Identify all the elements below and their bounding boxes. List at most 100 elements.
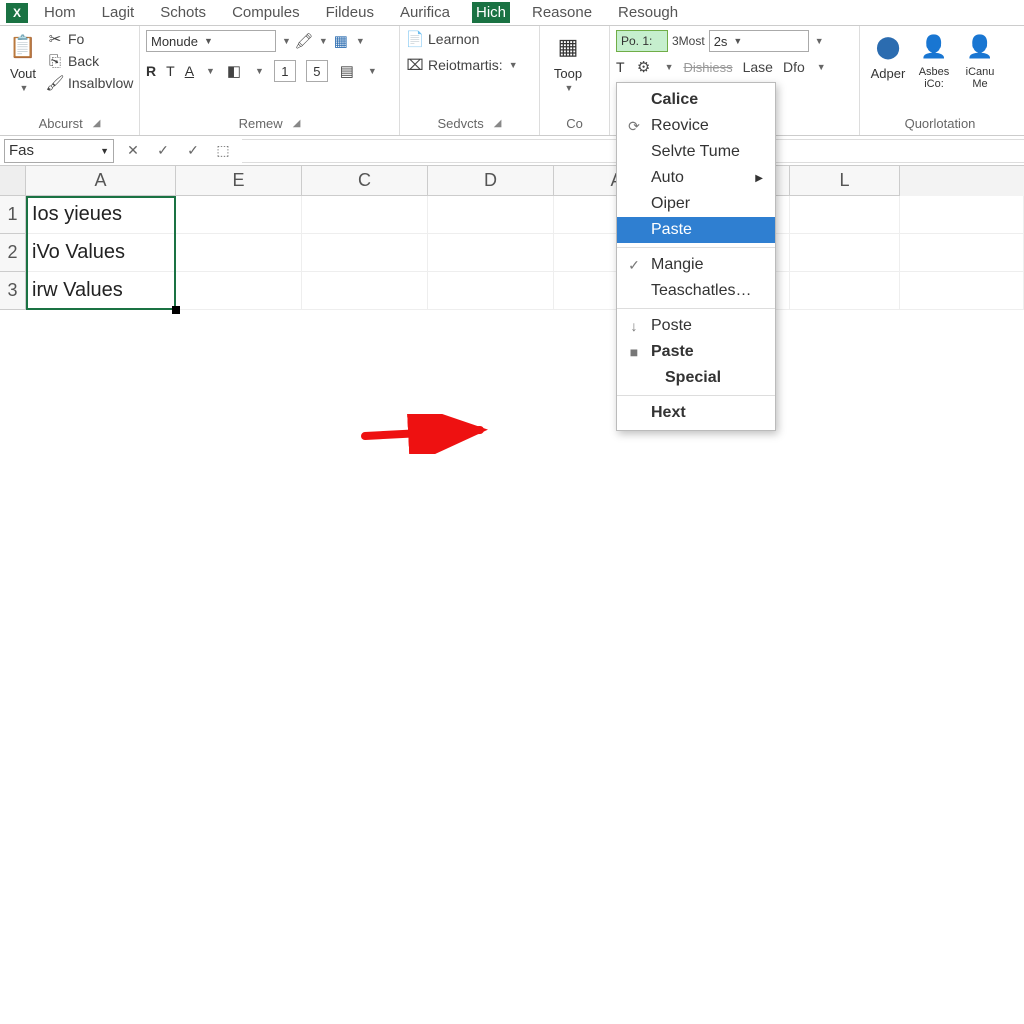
name-box[interactable]: Fas ▼ xyxy=(4,139,114,163)
column-header[interactable]: E xyxy=(176,166,302,196)
cell[interactable] xyxy=(176,196,302,234)
menu-item[interactable]: Auto▶ xyxy=(617,165,775,191)
cell[interactable]: Ios yieues xyxy=(26,196,176,234)
menu-item-label: Hext xyxy=(651,404,686,422)
fx-icon[interactable]: ⬚ xyxy=(212,142,234,159)
tab-aurifica[interactable]: Aurifica xyxy=(396,2,454,23)
tab-hom[interactable]: Hom xyxy=(40,2,80,23)
sort-button[interactable]: 👤 Asbes iCo: xyxy=(912,30,956,90)
menu-item-label: Calice xyxy=(651,91,698,109)
underline-button[interactable]: A xyxy=(185,63,194,79)
cell[interactable] xyxy=(900,234,1024,272)
menu-item[interactable]: ↓Poste xyxy=(617,313,775,339)
menu-item[interactable]: ⟳Reovice xyxy=(617,113,775,139)
gear-icon[interactable]: ⚙ xyxy=(635,58,653,76)
paste-big-button[interactable]: 📋 Vout ▼ xyxy=(6,30,40,93)
cut-button[interactable]: ✂ Fo xyxy=(46,30,133,48)
dialog-launcher-icon[interactable]: ◢ xyxy=(494,118,502,129)
document-icon: 📄 xyxy=(406,30,424,48)
cell[interactable] xyxy=(428,234,554,272)
fill-handle[interactable] xyxy=(172,306,180,314)
select-all-corner[interactable] xyxy=(0,166,26,196)
group-label: Quorlotation xyxy=(905,116,976,131)
chevron-right-icon: ▶ xyxy=(755,173,763,184)
italic-button[interactable]: T xyxy=(166,63,175,79)
cell[interactable] xyxy=(900,272,1024,310)
paste-big-label: Vout xyxy=(10,66,36,81)
tab-schots[interactable]: Schots xyxy=(156,2,210,23)
tab-bar: X HomLagitSchotsCompulesFildeusAurificaH… xyxy=(0,0,1024,26)
cell[interactable] xyxy=(176,272,302,310)
cell[interactable] xyxy=(302,272,428,310)
menu-item-label: Teaschatles… xyxy=(651,282,752,300)
highlighter-icon[interactable]: 🖍 xyxy=(295,32,313,50)
size-5-button[interactable]: 5 xyxy=(306,60,328,82)
cell[interactable] xyxy=(790,272,900,310)
menu-item-icon: ⟳ xyxy=(625,118,643,135)
chevron-down-icon[interactable]: ▼ xyxy=(282,36,291,46)
menu-item[interactable]: Paste xyxy=(617,217,775,243)
menu-item[interactable]: Special xyxy=(617,365,775,391)
menu-item[interactable]: Hext xyxy=(617,400,775,426)
cell[interactable] xyxy=(900,196,1024,234)
copy-button[interactable]: ⎘ Back xyxy=(46,52,133,70)
menu-item-label: Paste xyxy=(651,221,692,239)
column-header[interactable]: C xyxy=(302,166,428,196)
cell[interactable] xyxy=(428,272,554,310)
check-icon[interactable]: ✓ xyxy=(152,142,174,159)
menu-item-label: Mangie xyxy=(651,256,703,274)
cell[interactable] xyxy=(302,234,428,272)
menu-item[interactable]: ✓Mangie xyxy=(617,252,775,278)
menu-item-icon: ↓ xyxy=(625,318,643,334)
tab-fildeus[interactable]: Fildeus xyxy=(322,2,378,23)
row-header[interactable]: 3 xyxy=(0,272,26,310)
menu-item[interactable]: Oiper xyxy=(617,191,775,217)
cell[interactable] xyxy=(428,196,554,234)
circle-icon: ⬤ xyxy=(871,30,905,64)
check-icon[interactable]: ✓ xyxy=(182,142,204,159)
ribbon-group-clipboard: 📋 Vout ▼ ✂ Fo ⎘ Back 🖌 Insalbvlow xyxy=(0,26,140,135)
row-header[interactable]: 2 xyxy=(0,234,26,272)
menu-item[interactable]: Calice xyxy=(617,87,775,113)
cell[interactable] xyxy=(176,234,302,272)
clipboard-icon: 📋 xyxy=(6,30,40,64)
menu-item[interactable]: ■Paste xyxy=(617,339,775,365)
menu-item-label: Special xyxy=(665,369,721,387)
find-button[interactable]: ⬤ Adper xyxy=(866,30,910,81)
row-header[interactable]: 1 xyxy=(0,196,26,234)
chevron-down-icon: ▼ xyxy=(100,146,109,156)
menu-item[interactable]: Selvte Tume xyxy=(617,139,775,165)
bold-button[interactable]: R xyxy=(146,63,156,79)
column-header[interactable]: L xyxy=(790,166,900,196)
number-format-button[interactable]: ▦ Toop ▼ xyxy=(546,30,590,93)
share-button[interactable]: 👤 iCanu Me xyxy=(958,30,1002,90)
column-header[interactable]: D xyxy=(428,166,554,196)
size-1-button[interactable]: 1 xyxy=(274,60,296,82)
style-good-button[interactable]: Po. 1: xyxy=(616,30,668,52)
cell[interactable] xyxy=(790,234,900,272)
tab-hich[interactable]: Hich xyxy=(472,2,510,23)
cancel-button[interactable]: ✕ xyxy=(122,142,144,159)
dialog-launcher-icon[interactable]: ◢ xyxy=(93,118,101,129)
person-icon: 👤 xyxy=(963,30,997,64)
column-header[interactable]: A xyxy=(26,166,176,196)
merge-button[interactable]: ⌧ Reiotmartis: ▼ xyxy=(406,56,518,74)
menu-item[interactable]: Teaschatles… xyxy=(617,278,775,304)
wrap-text-button[interactable]: 📄 Learnon xyxy=(406,30,518,48)
menu-separator xyxy=(617,308,775,309)
cell[interactable]: iVo Values xyxy=(26,234,176,272)
font-family-select[interactable]: Monude ▼ xyxy=(146,30,276,52)
border-icon[interactable]: ▤ xyxy=(338,62,356,80)
format-painter-button[interactable]: 🖌 Insalbvlow xyxy=(46,74,133,92)
tab-resough[interactable]: Resough xyxy=(614,2,682,23)
tab-lagit[interactable]: Lagit xyxy=(98,2,139,23)
cell[interactable] xyxy=(302,196,428,234)
tab-compules[interactable]: Compules xyxy=(228,2,304,23)
fill-color-icon[interactable]: ◧ xyxy=(225,62,243,80)
cell[interactable] xyxy=(790,196,900,234)
tab-reasone[interactable]: Reasone xyxy=(528,2,596,23)
dialog-launcher-icon[interactable]: ◢ xyxy=(293,118,301,129)
style-select[interactable]: 2s ▼ xyxy=(709,30,809,52)
grid-icon[interactable]: ▦ xyxy=(332,32,350,50)
cell[interactable]: irw Values xyxy=(26,272,176,310)
